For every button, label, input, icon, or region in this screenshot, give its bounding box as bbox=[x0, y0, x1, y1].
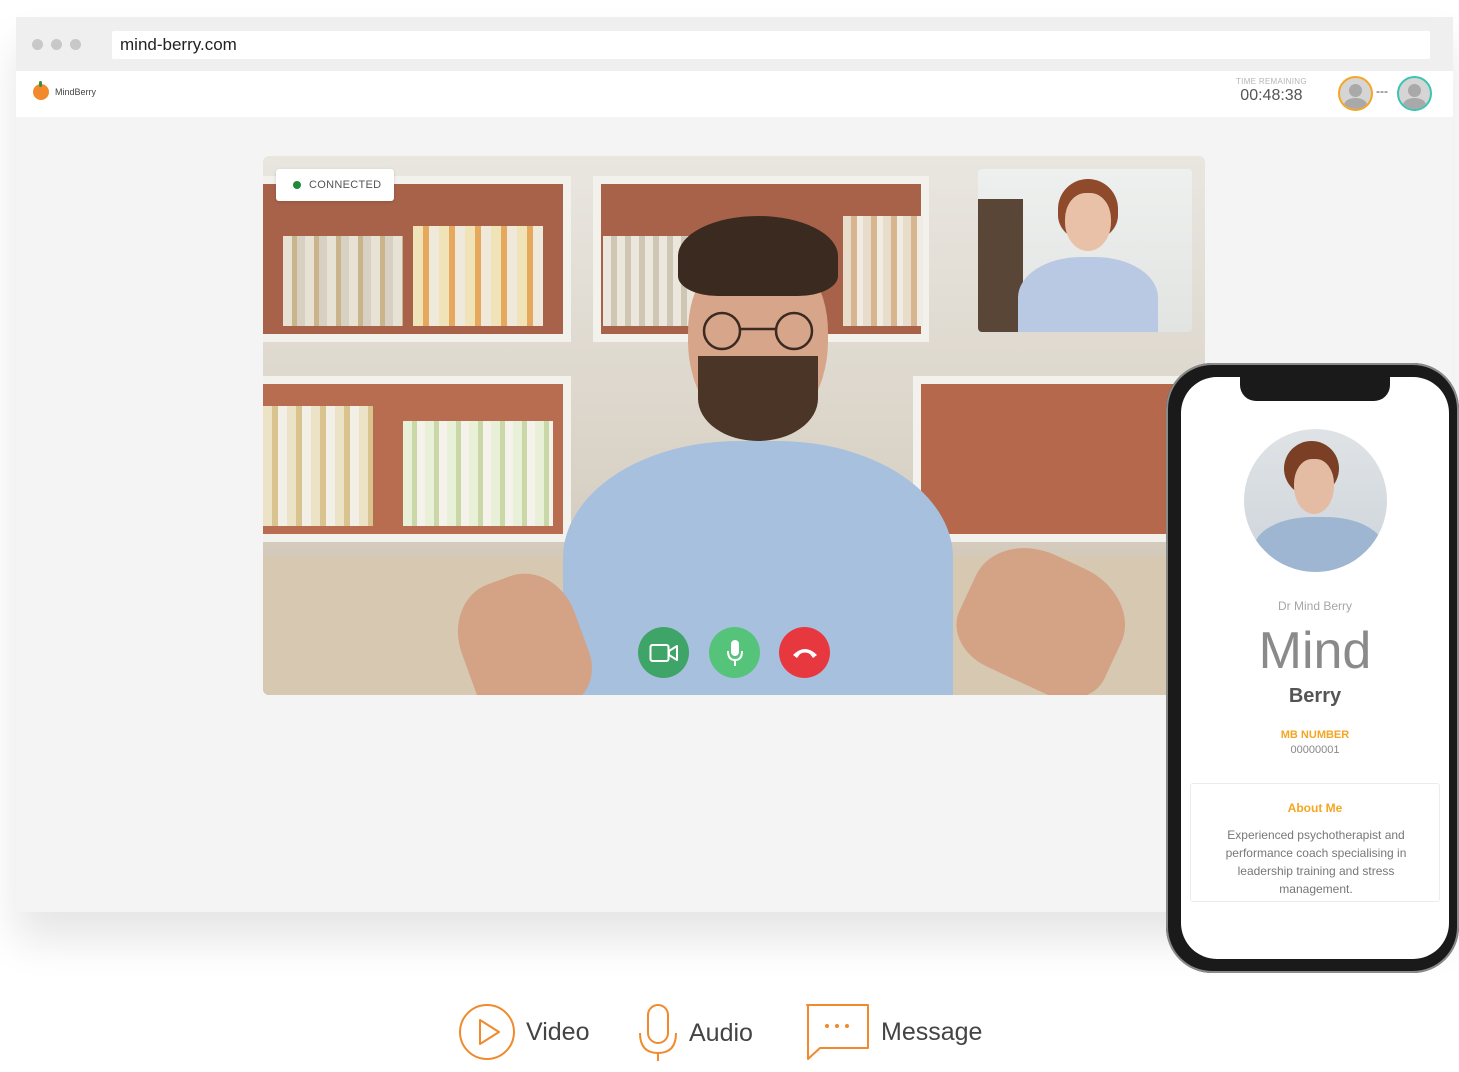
connection-status-text: CONNECTED bbox=[309, 179, 382, 191]
pip-person-shirt bbox=[1018, 257, 1158, 332]
feature-video[interactable]: Video bbox=[458, 1003, 590, 1061]
pip-shelf bbox=[978, 199, 1023, 332]
bookshelf bbox=[913, 376, 1205, 542]
feature-audio-label: Audio bbox=[689, 1018, 753, 1047]
phone-screen: Dr Mind Berry Mind Berry MB NUMBER 00000… bbox=[1181, 377, 1449, 959]
phone-notch bbox=[1240, 377, 1390, 401]
mb-number-value: 00000001 bbox=[1290, 744, 1340, 756]
feature-message-label: Message bbox=[881, 1017, 983, 1046]
feature-video-label: Video bbox=[526, 1017, 590, 1046]
mb-number-label: MB NUMBER bbox=[1280, 729, 1350, 741]
status-dot-icon bbox=[293, 181, 301, 189]
therapist-profile-photo bbox=[1244, 429, 1387, 572]
berry-logo-icon bbox=[33, 81, 49, 100]
participant-avatar-client[interactable] bbox=[1338, 76, 1373, 111]
microphone-icon bbox=[726, 639, 743, 666]
self-view-video[interactable] bbox=[978, 169, 1192, 332]
window-minimize-dot[interactable] bbox=[51, 39, 62, 50]
end-call-button[interactable] bbox=[779, 627, 830, 678]
play-circle-icon bbox=[459, 1004, 515, 1060]
connection-status-badge: CONNECTED bbox=[276, 169, 394, 201]
user-icon-head bbox=[1408, 84, 1421, 97]
profile-display-name: Dr Mind Berry bbox=[1277, 599, 1352, 613]
therapist-video-person bbox=[563, 216, 953, 695]
books bbox=[263, 406, 373, 526]
app-header: MindBerry TIME REMAINING 00:48:38 --- bbox=[16, 71, 1453, 117]
user-icon-body bbox=[1403, 98, 1426, 109]
profile-first-name: Mind bbox=[1258, 622, 1372, 680]
address-bar-url: mind-berry.com bbox=[120, 35, 237, 54]
window-maximize-dot[interactable] bbox=[70, 39, 81, 50]
timer-value: 00:48:38 bbox=[1240, 87, 1303, 104]
window-close-dot[interactable] bbox=[32, 39, 43, 50]
session-timer: TIME REMAINING 00:48:38 bbox=[1236, 77, 1307, 105]
brand-name: MindBerry bbox=[55, 87, 97, 97]
person-hair bbox=[678, 216, 838, 296]
profile-person-face bbox=[1294, 459, 1334, 514]
participants-separator: --- bbox=[1376, 84, 1388, 98]
user-icon-head bbox=[1349, 84, 1362, 97]
profile-person-shirt bbox=[1254, 517, 1384, 572]
about-me-text: Experienced psychotherapist and performa… bbox=[1225, 828, 1407, 896]
brand-logo[interactable]: MindBerry bbox=[33, 81, 97, 100]
books bbox=[403, 421, 553, 526]
feature-message[interactable]: Message bbox=[805, 1003, 982, 1061]
about-me-card: About Me Experienced psychotherapist and… bbox=[1190, 783, 1440, 902]
user-icon-body bbox=[1344, 98, 1367, 109]
browser-chrome: mind-berry.com bbox=[16, 17, 1453, 71]
chat-bubble-icon bbox=[806, 1004, 869, 1060]
books bbox=[413, 226, 543, 326]
person-beard bbox=[698, 356, 818, 441]
pip-person-face bbox=[1065, 193, 1111, 251]
hang-up-phone-icon bbox=[792, 648, 817, 658]
books bbox=[283, 236, 403, 326]
timer-label: TIME REMAINING bbox=[1236, 77, 1307, 86]
toggle-video-button[interactable] bbox=[638, 627, 689, 678]
main-video-feed: CONNECTED bbox=[263, 156, 1205, 695]
phone-mockup: Dr Mind Berry Mind Berry MB NUMBER 00000… bbox=[1166, 363, 1459, 973]
microphone-icon bbox=[639, 1004, 677, 1061]
window-controls bbox=[32, 39, 81, 50]
participant-avatar-therapist[interactable] bbox=[1397, 76, 1432, 111]
glasses-icon bbox=[702, 311, 814, 351]
toggle-microphone-button[interactable] bbox=[709, 627, 760, 678]
address-bar[interactable]: mind-berry.com bbox=[112, 31, 1430, 59]
about-me-title: About Me bbox=[1287, 801, 1343, 815]
profile-last-name: Berry bbox=[1288, 685, 1342, 707]
video-camera-icon bbox=[649, 643, 678, 662]
feature-audio[interactable]: Audio bbox=[637, 1003, 753, 1063]
